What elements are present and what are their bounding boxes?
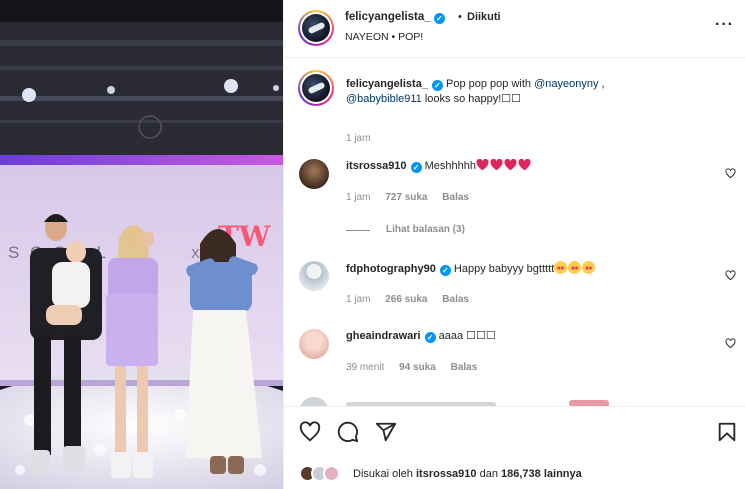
caption-time: 1 jam — [346, 133, 371, 144]
comment-meta: 39 menit 94 suka Balas — [346, 362, 489, 373]
red-heart-emoji-icon — [518, 159, 531, 171]
star-struck-emoji-icon — [568, 261, 582, 277]
caption-text-part2: , — [598, 78, 605, 90]
post-actions: Disukai oleh itsrossa910 dan 186,738 lai… — [284, 406, 745, 489]
replies-divider — [346, 230, 370, 231]
more-options-icon[interactable]: ··· — [715, 16, 734, 34]
video-frame: S C O L L X TW — [0, 0, 283, 489]
post-header: felicyangelista_ ✓ • Diikuti NAYEON • PO… — [284, 0, 745, 58]
comment-text: itsrossa910 ✓ Meshhhhh — [346, 159, 686, 174]
liked-by-count[interactable]: 186,738 lainnya — [501, 468, 582, 480]
comment-time: 39 menit — [346, 362, 385, 373]
comment-body: aaaa ☐☐☐ — [438, 330, 496, 342]
liked-by-suffix: dan — [479, 468, 498, 480]
liked-by-avatars — [299, 465, 349, 485]
share-send-icon[interactable] — [375, 421, 397, 443]
author-username[interactable]: felicyangelista_ — [345, 11, 431, 23]
post-detail-panel: felicyangelista_ ✓ • Diikuti NAYEON • PO… — [283, 0, 745, 489]
comment-item-partial — [284, 397, 745, 406]
sign-x: X — [191, 246, 200, 261]
caption-text-part3: looks so happy! — [421, 93, 502, 105]
comment-likes[interactable]: 727 suka — [385, 192, 427, 203]
comment-time: 1 jam — [346, 192, 371, 203]
comment-time: 1 jam — [346, 294, 371, 305]
reply-button[interactable]: Balas — [442, 192, 469, 203]
caption-meta: 1 jam — [346, 133, 382, 144]
comment-text: fdphotography90 ✓ Happy babyyy bgttttt — [346, 261, 686, 277]
reply-button[interactable]: Balas — [451, 362, 478, 373]
comment-like-heart-icon[interactable] — [725, 270, 736, 281]
comment-item: fdphotography90✓ Happy babyyy bgttttt 1 … — [284, 261, 745, 311]
header-separator: • — [458, 11, 462, 23]
commenter-username[interactable]: gheaindrawari — [346, 330, 421, 342]
comment-like-heart-icon[interactable] — [725, 338, 736, 349]
star-struck-emoji-icon — [554, 261, 568, 277]
reply-button[interactable]: Balas — [442, 294, 469, 305]
liked-by-user[interactable]: itsrossa910 — [416, 468, 477, 480]
post-media[interactable]: S C O L L X TW — [0, 0, 283, 489]
person-right — [186, 229, 262, 474]
commenter-avatar[interactable] — [299, 329, 329, 359]
caption-text-part1: Pop pop pop with — [446, 78, 535, 90]
view-replies-button[interactable]: Lihat balasan (3) — [386, 224, 465, 235]
caption-username[interactable]: felicyangelista_ — [346, 78, 428, 90]
commenter-avatar[interactable] — [299, 261, 329, 291]
bookmark-icon[interactable] — [716, 421, 738, 443]
heart-outline-icon[interactable] — [299, 421, 321, 443]
following-button[interactable]: Diikuti — [467, 11, 501, 23]
verified-badge-icon: ✓ — [433, 13, 445, 24]
comment-text: gheaindrawari ✓ aaaa ☐☐☐ — [346, 329, 686, 344]
comment-meta: 1 jam 727 suka Balas — [346, 192, 481, 203]
caption-avatar[interactable] — [298, 70, 334, 106]
star-struck-emoji-icon — [582, 261, 596, 277]
comment-meta: 1 jam 266 suka Balas — [346, 294, 481, 305]
comment-item: gheaindrawari ✓ aaaa ☐☐☐ 39 menit 94 suka… — [284, 329, 745, 379]
caption-text: felicyangelista_ ✓ Pop pop pop with @naye… — [346, 77, 686, 107]
commenter-username[interactable]: itsrossa910 — [346, 160, 407, 172]
red-heart-emoji-icon — [504, 159, 517, 171]
comment-item: itsrossa910 ✓ Meshhhhh 1 jam 727 suka Bal… — [284, 159, 745, 247]
verified-badge-icon: ✓ — [410, 162, 422, 173]
caption-emoji: ☐☐ — [501, 93, 522, 105]
author-avatar[interactable] — [298, 10, 334, 46]
mention-link[interactable]: @nayeonyny — [534, 78, 598, 90]
comment-body: Happy babyyy bgttttt — [453, 263, 555, 275]
red-heart-emoji-icon — [476, 159, 489, 171]
verified-badge-icon: ✓ — [431, 80, 443, 91]
comments-list[interactable]: felicyangelista_ ✓ Pop pop pop with @naye… — [284, 59, 745, 406]
comment-likes[interactable]: 94 suka — [399, 362, 436, 373]
liked-by-text: Disukai oleh itsrossa910 dan 186,738 lai… — [353, 468, 582, 480]
liked-by-prefix: Disukai oleh — [353, 468, 413, 480]
verified-badge-icon: ✓ — [439, 265, 451, 276]
commenter-avatar[interactable] — [299, 159, 329, 189]
commenter-username[interactable]: fdphotography90 — [346, 263, 436, 275]
caption: felicyangelista_ ✓ Pop pop pop with @naye… — [284, 69, 745, 149]
commenter-avatar[interactable] — [299, 397, 329, 406]
comment-icon[interactable] — [337, 421, 359, 443]
mention-link[interactable]: @babybible911 — [346, 93, 422, 105]
comment-body: Meshhhhh — [424, 160, 476, 172]
comment-like-heart-icon[interactable] — [725, 168, 736, 179]
author-username-row[interactable]: felicyangelista_ ✓ — [345, 11, 445, 24]
comment-likes[interactable]: 266 suka — [385, 294, 427, 305]
verified-badge-icon: ✓ — [424, 332, 436, 343]
liker-avatar[interactable] — [323, 465, 340, 482]
red-heart-emoji-icon — [490, 159, 503, 171]
audio-track-link[interactable]: NAYEON • POP! — [345, 31, 423, 43]
